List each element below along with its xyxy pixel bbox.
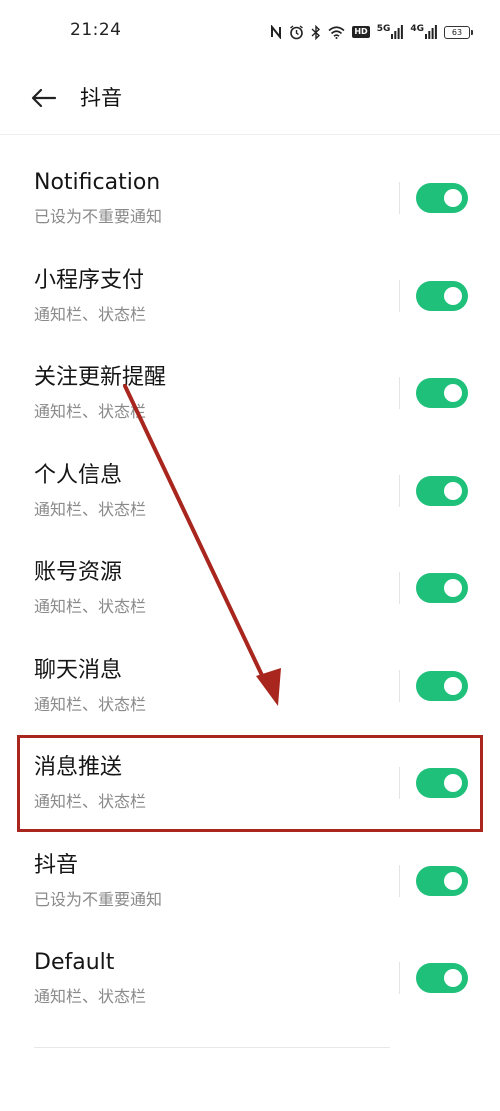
channel-item-follow-updates[interactable]: 关注更新提醒 通知栏、状态栏 [0, 335, 500, 433]
channel-subtitle: 通知栏、状态栏 [34, 499, 147, 519]
channel-item-account-resources[interactable]: 账号资源 通知栏、状态栏 [0, 530, 500, 628]
back-button[interactable] [28, 82, 60, 114]
channel-subtitle: 通知栏、状态栏 [34, 402, 147, 421]
channel-toggle[interactable] [416, 183, 468, 213]
channel-title: 个人信息 [34, 462, 123, 488]
status-bar: 21:24 HD 5G 4G 63 [0, 0, 500, 62]
item-divider [399, 864, 400, 897]
toggle-knob [444, 481, 462, 500]
channel-title: 消息推送 [34, 755, 123, 780]
toggle-knob [444, 579, 462, 597]
network-label-2: 4G [410, 24, 424, 34]
bluetooth-icon [311, 24, 321, 40]
signal-group-2: 4G [410, 25, 437, 39]
toggle-knob [444, 286, 462, 305]
channel-subtitle: 已设为不重要通知 [34, 889, 163, 909]
network-label-1: 5G [376, 24, 391, 34]
channel-toggle[interactable] [416, 963, 468, 993]
battery-icon: 63 [444, 25, 473, 39]
channel-title: 小程序支付 [34, 267, 145, 293]
channel-subtitle: 通知栏、状态栏 [34, 694, 147, 714]
channel-title: 关注更新提醒 [34, 365, 167, 390]
channel-item-default[interactable]: Default 通知栏、状态栏 [0, 920, 500, 1018]
item-divider [399, 767, 400, 799]
wifi-icon [328, 25, 345, 39]
toggle-knob [444, 871, 462, 890]
channel-item-notification[interactable]: Notification 已设为不重要通知 [0, 140, 500, 238]
channel-subtitle: 通知栏、状态栏 [34, 597, 147, 616]
item-divider [399, 669, 400, 702]
channel-title: Notification [34, 170, 161, 195]
channel-toggle[interactable] [416, 280, 468, 311]
channel-item-chat-messages[interactable]: 聊天消息 通知栏、状态栏 [0, 628, 500, 726]
signal-group-1: 5G [377, 25, 404, 39]
channel-item-mini-program-payment[interactable]: 小程序支付 通知栏、状态栏 [0, 238, 500, 336]
item-divider [399, 182, 400, 214]
channel-subtitle: 通知栏、状态栏 [34, 987, 147, 1006]
channel-title: 聊天消息 [34, 657, 123, 683]
channel-subtitle: 已设为不重要通知 [34, 207, 163, 226]
app-header: 抖音 [0, 62, 500, 135]
alarm-icon [289, 24, 304, 40]
toggle-knob [444, 384, 462, 402]
toggle-knob [444, 969, 462, 987]
channel-toggle[interactable] [416, 865, 468, 896]
toggle-knob [444, 774, 462, 792]
item-divider [399, 279, 400, 312]
signal-icon-2 [425, 25, 437, 39]
channel-item-douyin[interactable]: 抖音 已设为不重要通知 [0, 823, 500, 921]
notification-settings-screen: 21:24 HD 5G 4G 63 抖音 Notification 已设为不重要… [0, 0, 500, 1111]
channel-item-push-messages[interactable]: 消息推送 通知栏、状态栏 [0, 725, 500, 823]
back-arrow-icon [31, 88, 57, 108]
channel-item-personal-info[interactable]: 个人信息 通知栏、状态栏 [0, 433, 500, 531]
channel-subtitle: 通知栏、状态栏 [34, 304, 147, 324]
status-time: 21:24 [70, 20, 122, 40]
list-end-divider [34, 1047, 390, 1048]
item-divider [399, 962, 400, 994]
channel-subtitle: 通知栏、状态栏 [34, 792, 147, 811]
signal-icon [391, 25, 404, 39]
channel-toggle[interactable] [416, 670, 468, 701]
channel-toggle[interactable] [416, 573, 468, 603]
item-divider [399, 377, 400, 409]
status-icons: HD 5G 4G 63 [270, 22, 473, 42]
notification-channel-list: Notification 已设为不重要通知 小程序支付 通知栏、状态栏 关注更新… [0, 140, 500, 1018]
page-title: 抖音 [80, 86, 122, 110]
channel-title: 抖音 [34, 852, 79, 878]
channel-title: Default [34, 950, 115, 975]
hd-icon: HD [352, 26, 370, 38]
item-divider [399, 572, 400, 604]
item-divider [399, 474, 400, 507]
toggle-knob [444, 189, 462, 207]
channel-title: 账号资源 [34, 560, 123, 585]
nfc-icon [270, 25, 282, 39]
channel-toggle[interactable] [416, 768, 468, 798]
toggle-knob [444, 676, 462, 695]
channel-toggle[interactable] [416, 475, 468, 506]
channel-toggle[interactable] [416, 378, 468, 408]
